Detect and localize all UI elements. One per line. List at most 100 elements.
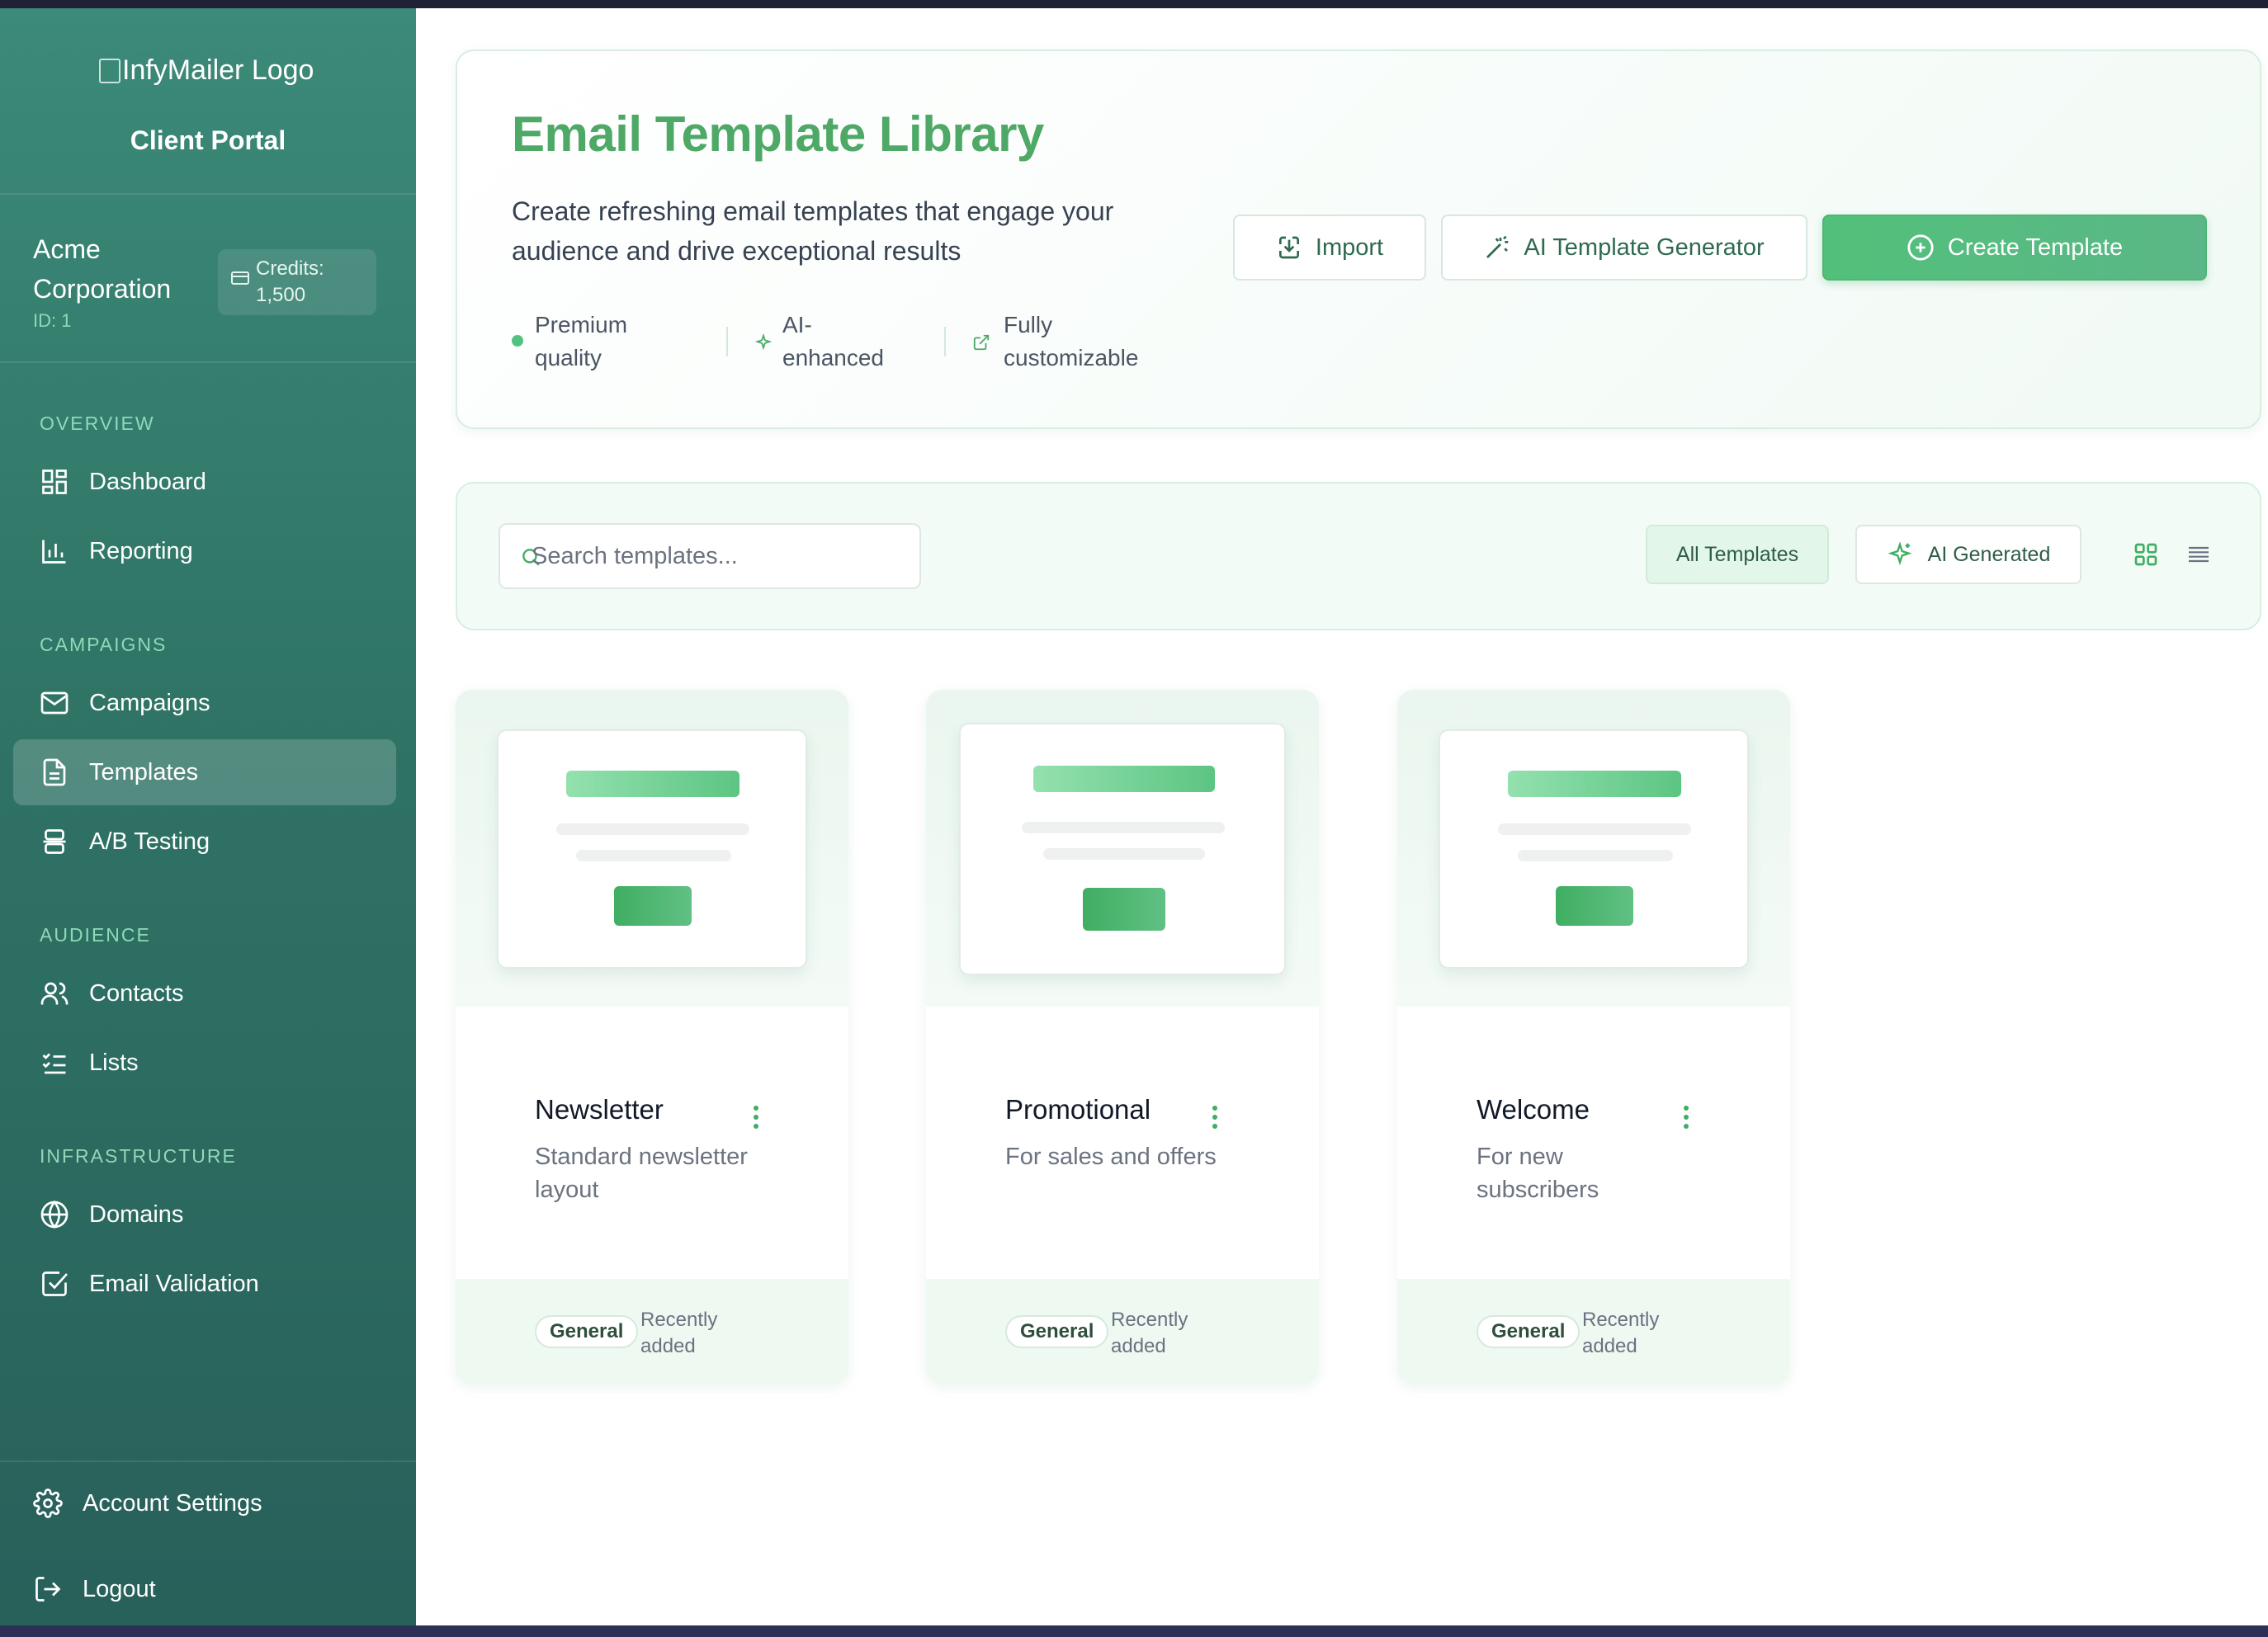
card-body: Welcome For new subscribers bbox=[1397, 1007, 1790, 1279]
nav-reporting[interactable]: Reporting bbox=[13, 518, 396, 584]
nav-logout[interactable]: Logout bbox=[7, 1556, 390, 1622]
nav-label: Templates bbox=[89, 758, 199, 785]
hero-panel: Email Template Library Create refreshing… bbox=[456, 50, 2261, 429]
feature-label: AI-enhanced bbox=[782, 312, 885, 370]
nav-templates[interactable]: Templates bbox=[13, 739, 396, 805]
nav-label: Logout bbox=[83, 1575, 156, 1602]
nav-lists[interactable]: Lists bbox=[13, 1030, 396, 1096]
credits-text: Credits: 1,500 bbox=[256, 257, 324, 306]
mail-icon bbox=[40, 691, 69, 715]
bar-chart-icon bbox=[42, 540, 66, 564]
filter-label: All Templates bbox=[1675, 542, 1799, 566]
template-description: Standard newsletter layout bbox=[535, 1144, 748, 1203]
added-status: Recently added bbox=[1111, 1309, 1188, 1357]
page-description: Create refreshing email templates that e… bbox=[512, 196, 1114, 266]
feature-label: Fully customizable bbox=[1004, 312, 1139, 370]
feature-customizable: Fully customizable bbox=[972, 309, 1170, 375]
sparkle-icon bbox=[1888, 541, 1912, 566]
nav-contacts[interactable]: Contacts bbox=[13, 960, 396, 1026]
feature-premium: Premium quality bbox=[512, 309, 660, 375]
gear-icon bbox=[33, 1488, 63, 1518]
thumb-header bbox=[1033, 766, 1215, 792]
template-card-newsletter[interactable]: Newsletter Standard newsletter layout Ge… bbox=[456, 690, 848, 1385]
template-description: For sales and offers bbox=[1005, 1144, 1217, 1170]
logo-alt-text: InfyMailer Logo bbox=[122, 54, 314, 86]
template-preview[interactable] bbox=[456, 690, 848, 1007]
thumb-button bbox=[614, 886, 692, 926]
globe-icon bbox=[40, 1200, 69, 1229]
template-card-welcome[interactable]: Welcome For new subscribers General Rece… bbox=[1397, 690, 1790, 1385]
list-view-icon[interactable] bbox=[2185, 541, 2212, 568]
filter-ai-generated[interactable]: AI Generated bbox=[1855, 525, 2081, 584]
organization-info: Acme Corporation ID: 1 Credits: 1,500 bbox=[0, 195, 416, 363]
template-name: Promotional bbox=[1005, 1094, 1151, 1125]
category-badge: General bbox=[1477, 1315, 1581, 1348]
magic-wand-icon bbox=[1486, 235, 1509, 258]
broken-image-icon bbox=[99, 58, 120, 83]
template-name: Newsletter bbox=[535, 1094, 664, 1125]
template-card-promotional[interactable]: Promotional For sales and offers General… bbox=[926, 690, 1319, 1385]
page-title: Email Template Library bbox=[512, 106, 1044, 162]
template-name: Welcome bbox=[1477, 1094, 1590, 1125]
button-label: Import bbox=[1315, 234, 1384, 261]
ai-template-generator-button[interactable]: AI Template Generator bbox=[1441, 215, 1807, 281]
card-footer: General Recently added bbox=[926, 1279, 1319, 1385]
import-icon bbox=[1278, 236, 1299, 259]
nav-account-settings[interactable]: Account Settings bbox=[7, 1470, 390, 1536]
button-label: Create Template bbox=[1947, 234, 2124, 261]
check-square-icon bbox=[42, 1271, 68, 1296]
template-preview[interactable] bbox=[926, 690, 1319, 1007]
nav-dashboard[interactable]: Dashboard bbox=[13, 449, 396, 515]
card-footer: General Recently added bbox=[1397, 1279, 1790, 1385]
more-options-icon[interactable] bbox=[748, 1106, 764, 1130]
template-preview[interactable] bbox=[1397, 690, 1790, 1007]
logout-icon bbox=[35, 1577, 61, 1602]
nav-ab-testing[interactable]: A/B Testing bbox=[13, 809, 396, 875]
nav-label: Campaigns bbox=[89, 689, 210, 716]
credits-badge: Credits: 1,500 bbox=[218, 249, 376, 315]
more-options-icon[interactable] bbox=[1678, 1106, 1694, 1130]
nav-campaigns[interactable]: Campaigns bbox=[13, 670, 396, 736]
thumb-button bbox=[1556, 886, 1633, 926]
nav-email-validation[interactable]: Email Validation bbox=[13, 1251, 396, 1317]
logo[interactable]: InfyMailer Logo bbox=[99, 54, 314, 87]
feature-label: Premium quality bbox=[535, 312, 628, 370]
create-template-button[interactable]: Create Template bbox=[1822, 215, 2207, 281]
nav-label: Email Validation bbox=[89, 1270, 259, 1297]
section-infrastructure: INFRASTRUCTURE bbox=[40, 1145, 237, 1167]
thumb-line bbox=[1498, 823, 1691, 835]
feature-divider bbox=[944, 327, 946, 356]
portal-label: Client Portal bbox=[130, 125, 286, 155]
sparkle-icon bbox=[754, 333, 773, 351]
button-label: AI Template Generator bbox=[1524, 234, 1765, 261]
nav-domains[interactable]: Domains bbox=[13, 1182, 396, 1248]
nav-label: Reporting bbox=[89, 537, 193, 564]
template-thumbnail bbox=[959, 723, 1286, 975]
file-text-icon bbox=[43, 758, 66, 786]
thumb-line bbox=[556, 823, 749, 835]
filter-label: AI Generated bbox=[1927, 542, 2051, 566]
import-button[interactable]: Import bbox=[1233, 215, 1426, 281]
more-options-icon[interactable] bbox=[1207, 1106, 1223, 1130]
org-name: Acme Corporation bbox=[33, 234, 172, 304]
section-overview: OVERVIEW bbox=[40, 413, 155, 434]
filter-all-templates[interactable]: All Templates bbox=[1646, 525, 1829, 584]
split-icon bbox=[43, 829, 66, 854]
window-bottom-edge bbox=[0, 1625, 2268, 1637]
nav-label: Account Settings bbox=[83, 1489, 262, 1517]
thumb-header bbox=[1508, 771, 1681, 797]
search-box[interactable] bbox=[498, 523, 921, 589]
org-id: ID: 1 bbox=[33, 310, 72, 331]
template-thumbnail bbox=[1439, 729, 1749, 969]
thumb-line bbox=[1518, 850, 1673, 861]
template-thumbnail bbox=[497, 729, 807, 969]
brand-area: InfyMailer Logo Client Portal bbox=[0, 8, 416, 195]
grid-view-icon[interactable] bbox=[2133, 541, 2159, 568]
section-audience: AUDIENCE bbox=[40, 924, 151, 946]
list-checks-icon bbox=[42, 1053, 66, 1074]
search-input[interactable] bbox=[532, 525, 911, 587]
thumb-line bbox=[1043, 848, 1205, 860]
external-link-icon bbox=[973, 334, 990, 351]
template-description: For new subscribers bbox=[1477, 1144, 1599, 1203]
card-body: Newsletter Standard newsletter layout bbox=[456, 1007, 848, 1279]
